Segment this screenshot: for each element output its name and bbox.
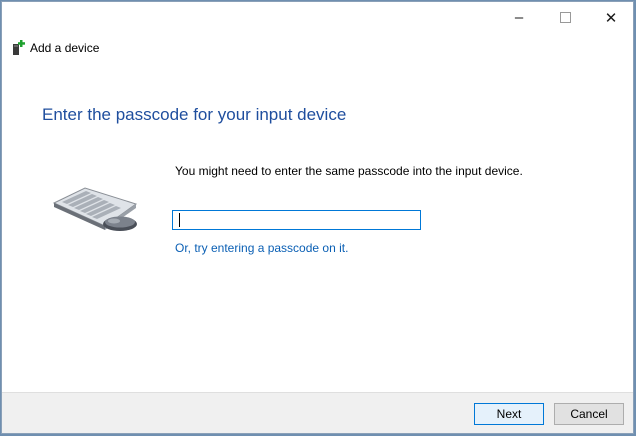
text-caret [179, 213, 180, 227]
alternate-passcode-link[interactable]: Or, try entering a passcode on it. [175, 241, 348, 255]
close-button[interactable]: ✕ [588, 2, 634, 33]
minimize-button[interactable]: – [496, 2, 542, 33]
next-button[interactable]: Next [474, 403, 544, 425]
minimize-icon: – [514, 9, 524, 26]
cancel-button[interactable]: Cancel [554, 403, 624, 425]
page-title: Enter the passcode for your input device [42, 105, 347, 124]
window-header: Add a device [10, 38, 99, 58]
title-bar: – ✕ [2, 2, 633, 33]
add-device-window: – ✕ Add a device Enter the passcode for … [1, 1, 634, 434]
maximize-button[interactable] [542, 2, 588, 33]
instruction-text: You might need to enter the same passcod… [175, 164, 523, 178]
close-icon: ✕ [604, 9, 618, 27]
maximize-icon [559, 12, 571, 23]
passcode-input[interactable] [172, 210, 421, 230]
window-title: Add a device [30, 41, 100, 55]
keyboard-mouse-icon [50, 182, 150, 242]
footer-bar: Next Cancel [2, 392, 633, 433]
bluetooth-device-add-icon [10, 40, 26, 56]
